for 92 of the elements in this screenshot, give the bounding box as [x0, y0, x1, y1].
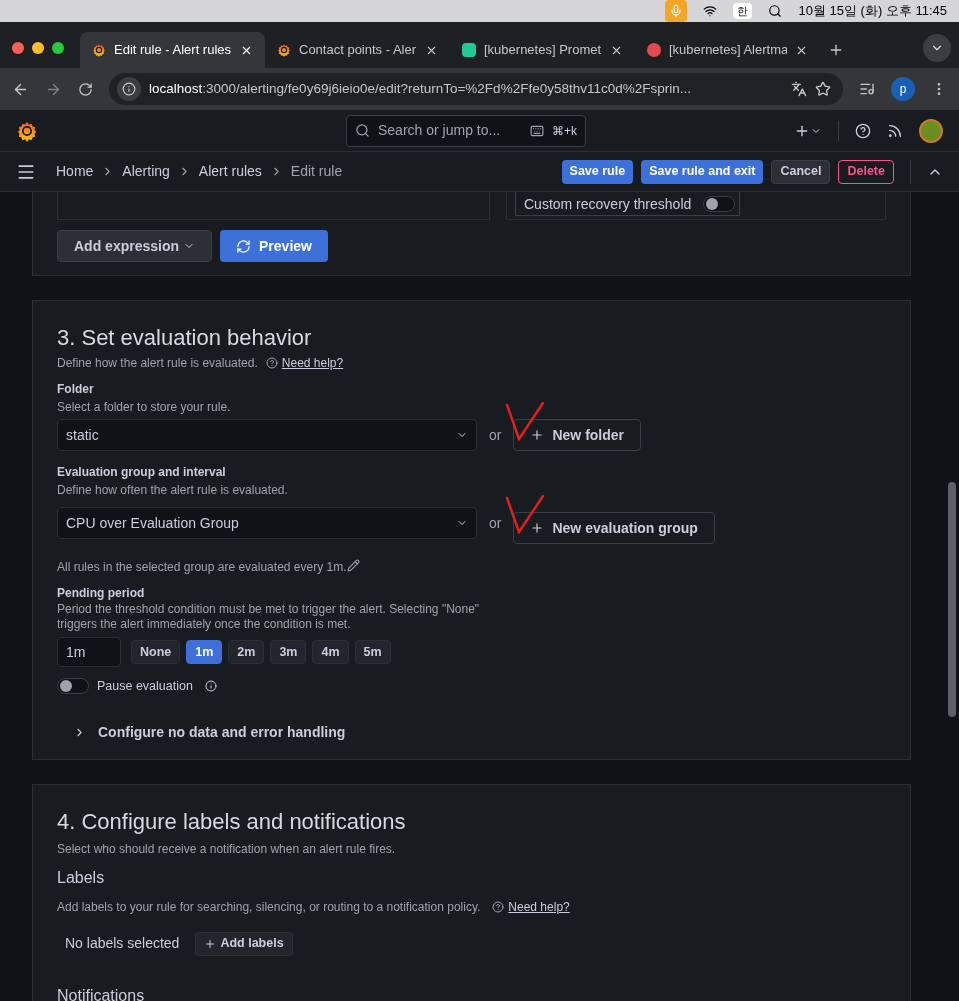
search-field[interactable]: Search or jump to... ⌘+k: [346, 114, 586, 147]
section-description: Define how the alert rule is evaluated.: [57, 355, 258, 372]
or-text: or: [489, 425, 502, 445]
toggle-switch[interactable]: [57, 678, 89, 695]
field-description: Select a folder to store your rule.: [57, 399, 232, 416]
or-text: or: [489, 513, 502, 533]
info-icon: [204, 680, 217, 693]
field-label: Folder: [57, 381, 95, 398]
breadcrumb-link[interactable]: Home: [56, 161, 94, 182]
tab-favicon-icon: [462, 43, 476, 57]
field-label: Pending period: [57, 585, 146, 602]
minimize-window-icon[interactable]: [32, 42, 44, 54]
subsection-title: Labels: [57, 867, 106, 888]
plus-icon: [204, 937, 217, 950]
menu-bar-clock: 10월 15일 (화) 오후 11:45: [798, 2, 947, 21]
keyboard-icon: [530, 123, 544, 138]
select-value: static: [66, 425, 100, 445]
select-field[interactable]: static: [57, 419, 477, 451]
grafana-logo-icon: [277, 43, 291, 57]
grafana-logo-icon: [92, 43, 106, 57]
new-button[interactable]: New folder: [513, 419, 642, 451]
toggle-label: Pause evaluation: [97, 678, 193, 695]
period-option[interactable]: 5m: [354, 640, 391, 664]
wifi-icon[interactable]: [703, 4, 718, 18]
tab-list-button[interactable]: [923, 34, 951, 62]
add-labels-button[interactable]: Add labels: [195, 931, 293, 956]
maximize-window-icon[interactable]: [52, 42, 64, 54]
user-avatar[interactable]: [919, 118, 943, 143]
field-label: Custom recovery threshold: [524, 195, 692, 212]
collapsible-toggle[interactable]: Configure no data and error handling: [73, 721, 346, 743]
browser-tab[interactable]: Edit rule - Alert rules: [80, 32, 265, 68]
search-icon[interactable]: [768, 4, 783, 18]
period-option[interactable]: None: [131, 640, 181, 664]
plus-icon: [530, 428, 545, 442]
pending-period-input[interactable]: 1m: [57, 637, 121, 667]
preview-button[interactable]: Preview: [220, 230, 328, 262]
field-description: Period the threshold condition must be met to trigger the alert. Selecting "None" triggers the alert immediately once the condition is met.: [57, 602, 481, 632]
toggle-switch[interactable]: [703, 195, 736, 212]
bookmark-star-icon[interactable]: [815, 81, 831, 97]
browser-tab[interactable]: [kubernetes] Promet: [450, 32, 635, 68]
tab-title: [kubernetes] Promet: [484, 41, 602, 60]
plus-icon: [530, 521, 545, 535]
select-field[interactable]: CPU over Evaluation Group: [57, 507, 477, 539]
shortcut-hint: ⌘+k: [552, 122, 577, 140]
search-placeholder: Search or jump to...: [378, 121, 502, 140]
new-button[interactable]: New evaluation group: [513, 512, 715, 544]
close-window-icon[interactable]: [12, 42, 24, 54]
tab-favicon-icon: [647, 43, 661, 57]
site-info-icon[interactable]: [122, 82, 136, 96]
empty-labels-text: No labels selected: [65, 934, 180, 954]
period-option[interactable]: 2m: [228, 640, 265, 664]
action-button[interactable]: Delete: [838, 159, 894, 184]
news-feed-icon[interactable]: [887, 122, 903, 139]
tab-title: Edit rule - Alert rules: [114, 41, 232, 60]
help-link[interactable]: Need help?: [508, 897, 570, 916]
breadcrumb-link[interactable]: Alert rules: [198, 161, 262, 182]
profile-avatar[interactable]: p: [891, 77, 915, 101]
action-button[interactable]: Save rule and exit: [641, 159, 764, 184]
breadcrumb-link[interactable]: Alerting: [122, 161, 170, 182]
action-button[interactable]: Save rule: [561, 159, 634, 184]
add-expression-button[interactable]: Add expression: [57, 230, 213, 262]
help-icon: [265, 357, 278, 369]
scrollbar-thumb[interactable]: [948, 482, 956, 717]
breadcrumb-link[interactable]: Edit rule: [290, 161, 343, 182]
help-link[interactable]: Need help?: [281, 354, 344, 372]
tab-title: Contact points - Aler: [299, 41, 417, 60]
section-title: 3. Set evaluation behavior: [57, 324, 313, 352]
reload-icon[interactable]: [78, 81, 93, 97]
field-description: Define how often the alert rule is evaluated.: [57, 482, 289, 499]
subsection-title: Notifications: [57, 985, 146, 1001]
input-method-indicator[interactable]: 한: [733, 2, 753, 20]
action-button[interactable]: Cancel: [771, 159, 831, 184]
select-value: CPU over Evaluation Group: [66, 513, 240, 533]
help-icon[interactable]: [855, 122, 871, 139]
labels-description: Add labels to your rule for searching, silencing, or routing to a notification policy.: [57, 898, 481, 916]
media-controls-icon[interactable]: [859, 81, 875, 97]
period-option[interactable]: 3m: [270, 640, 307, 664]
browser-tab[interactable]: Contact points - Aler: [265, 32, 450, 68]
period-option[interactable]: 4m: [312, 640, 349, 664]
field-label: Evaluation group and interval: [57, 464, 227, 481]
period-option[interactable]: 1m: [186, 640, 223, 664]
translate-icon[interactable]: [791, 81, 807, 97]
search-icon: [355, 123, 370, 138]
refresh-icon: [236, 238, 252, 254]
url-text: localhost:3000/alerting/fe0y69j6ieio0e/edit?returnTo=%2Fd%2Ffe0y58thv11c0d%2Fsprin...: [149, 79, 692, 98]
edit-icon[interactable]: [346, 558, 360, 572]
section-description: Select who should receive a notification when an alert rule fires.: [57, 840, 397, 858]
interval-note: All rules in the selected group are evaluated every 1m.: [57, 559, 347, 576]
section-title: 4. Configure labels and notifications: [57, 807, 407, 836]
help-icon: [492, 900, 505, 913]
new-tab-icon[interactable]: [828, 42, 844, 58]
address-field[interactable]: localhost:3000/alerting/fe0y69j6ieio0e/edit?returnTo=%2Fd%2Ffe0y58thv11c0d%2Fsprin...: [109, 73, 843, 105]
